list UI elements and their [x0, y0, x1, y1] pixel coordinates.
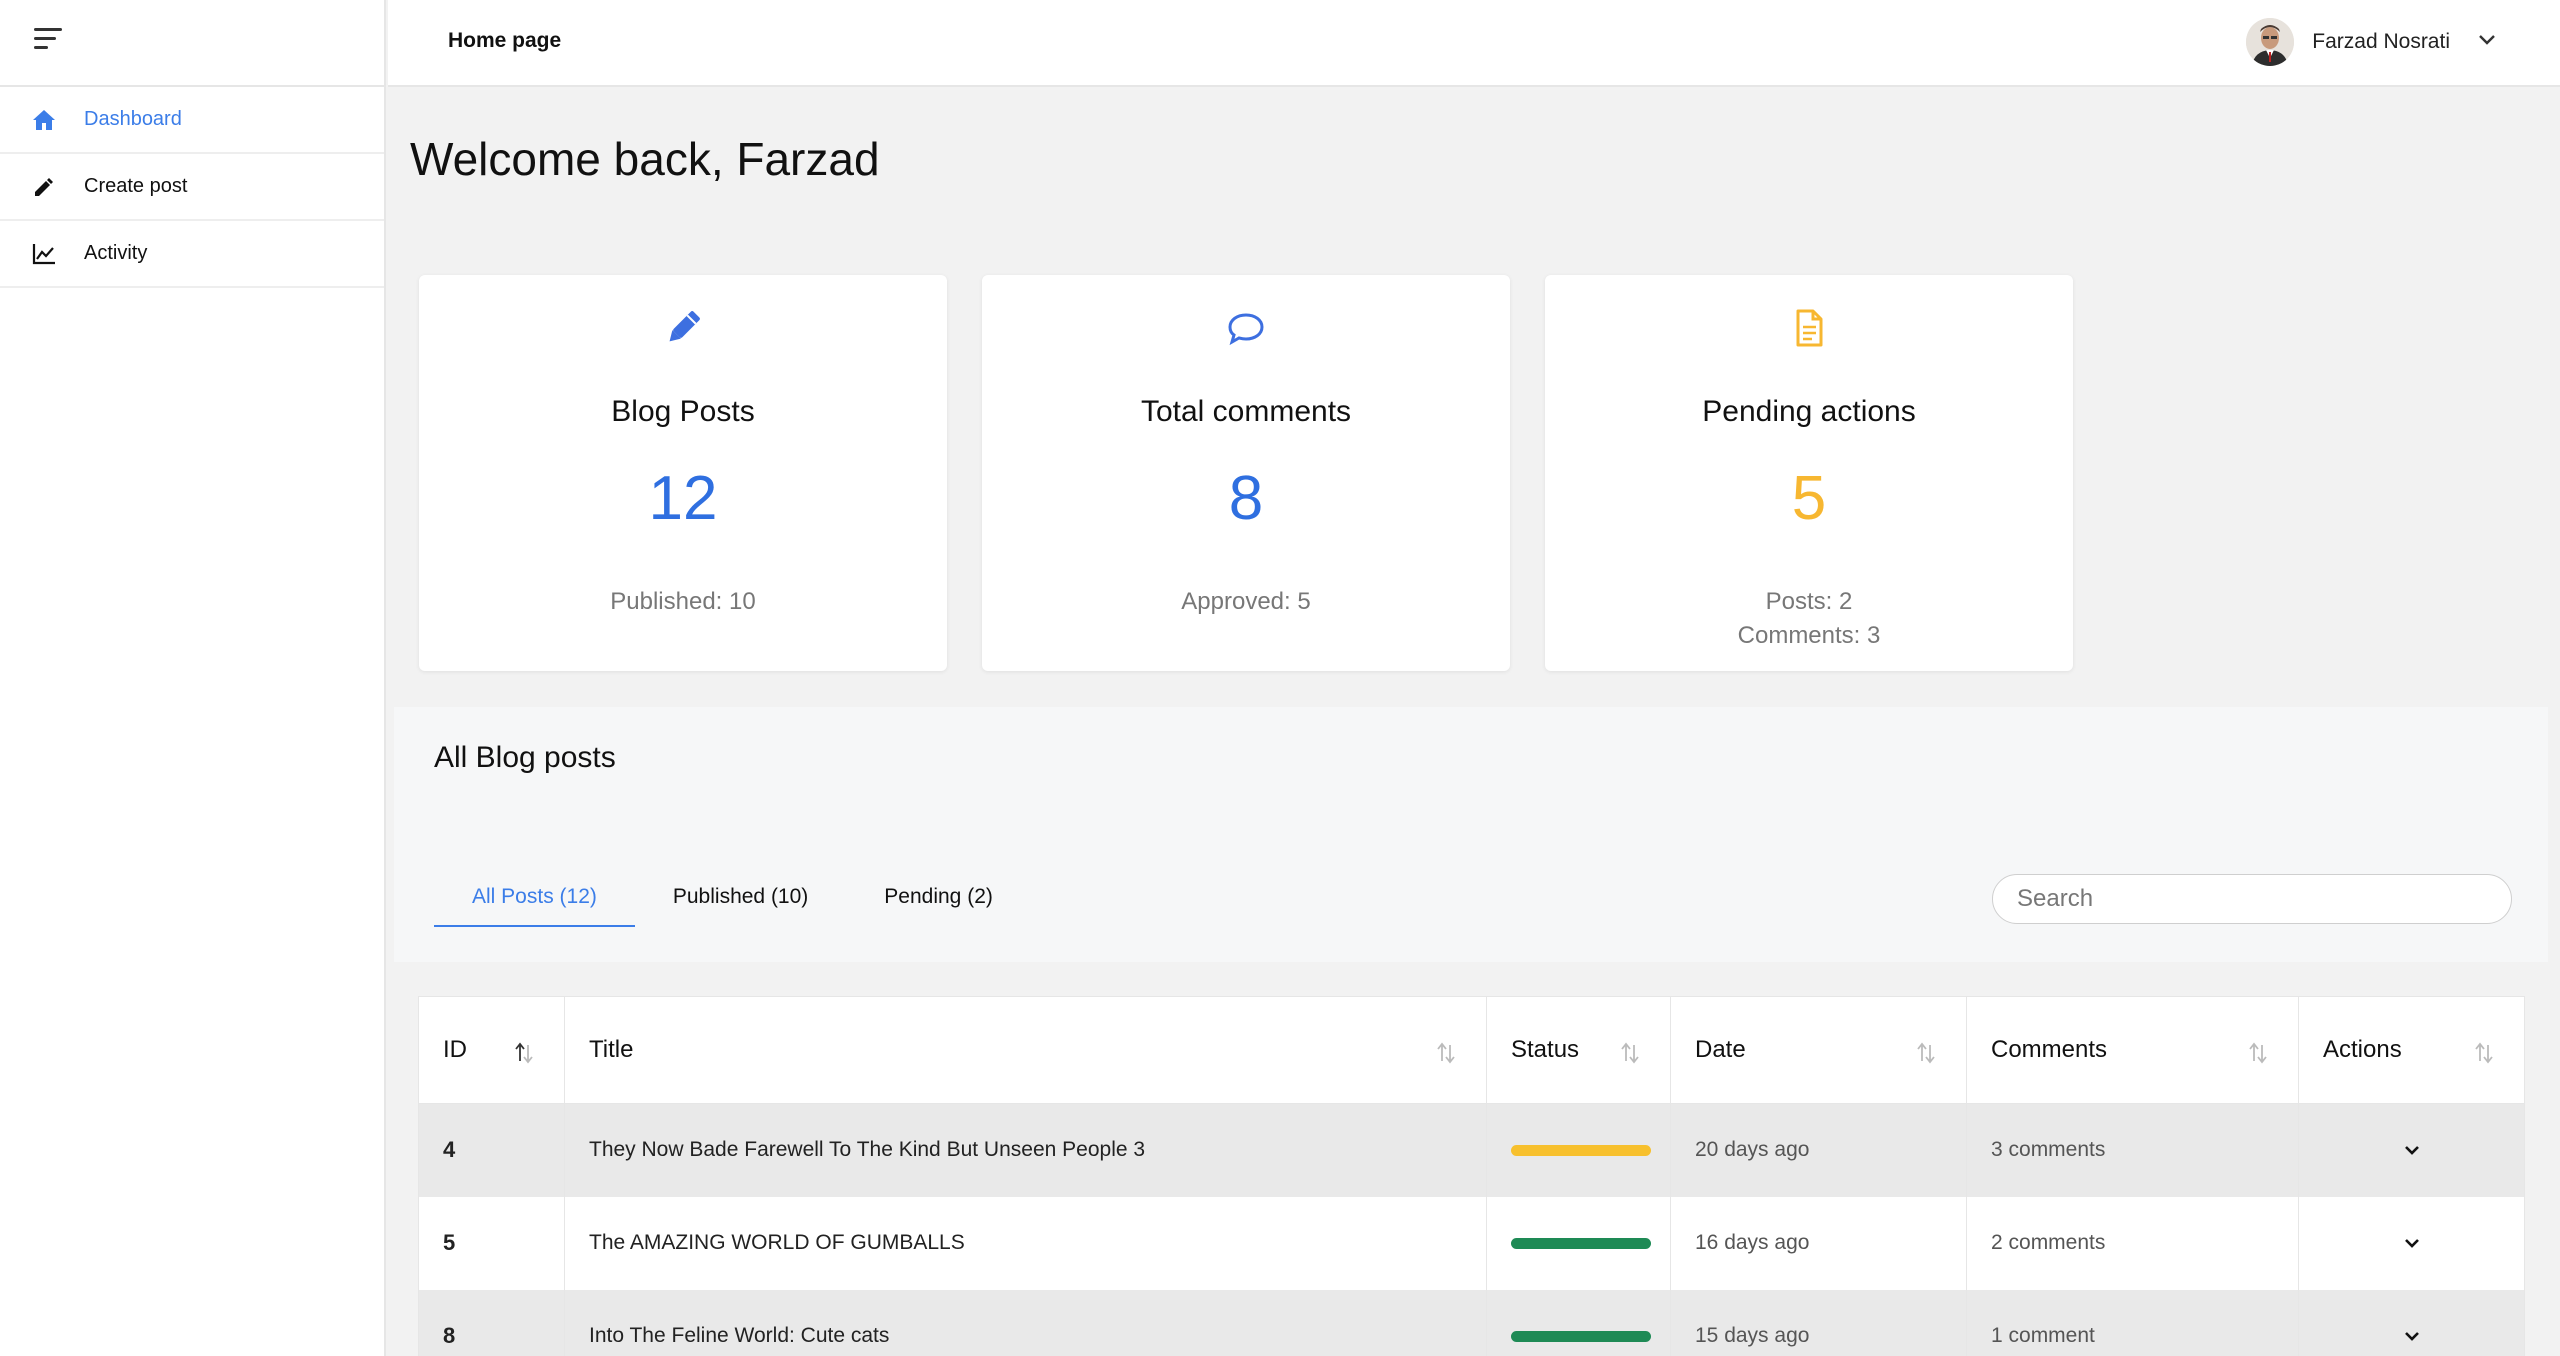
column-label: ID	[443, 1036, 467, 1063]
card-title: Pending actions	[1702, 395, 1916, 428]
card-title: Blog Posts	[611, 395, 755, 428]
chevron-down-icon	[2478, 33, 2496, 51]
cell-date: 20 days ago	[1670, 1103, 1967, 1197]
table-row[interactable]: 5 The AMAZING WORLD OF GUMBALLS 16 days …	[418, 1196, 2525, 1290]
sidebar-item-label: Dashboard	[84, 108, 182, 130]
cell-title: They Now Bade Farewell To The Kind But U…	[564, 1103, 1487, 1197]
tab-pending[interactable]: Pending (2)	[846, 873, 1031, 927]
stat-card-total-comments: Total comments 8 Approved: 5	[982, 275, 1510, 671]
status-bar-published	[1511, 1237, 1651, 1249]
card-value: 8	[1228, 464, 1264, 533]
posts-heading: All Blog posts	[434, 741, 616, 774]
sort-icon[interactable]	[1436, 1041, 1456, 1065]
column-header-id[interactable]: ID	[418, 996, 565, 1104]
cell-actions	[2298, 1196, 2525, 1290]
cell-status	[1486, 1289, 1671, 1356]
sort-icon[interactable]	[1620, 1041, 1640, 1065]
status-bar-published	[1511, 1330, 1651, 1342]
sidebar-item-label: Create post	[84, 175, 188, 197]
tab-all-posts[interactable]: All Posts (12)	[434, 873, 635, 927]
card-title: Total comments	[1140, 395, 1352, 428]
card-subtext-line: Approved: 5	[1181, 588, 1311, 615]
sort-icon[interactable]	[2248, 1041, 2268, 1065]
table-row[interactable]: 4 They Now Bade Farewell To The Kind But…	[418, 1103, 2525, 1197]
column-label: Date	[1695, 1036, 1746, 1063]
pencil-icon	[662, 307, 704, 349]
card-subtext-line: Published: 10	[610, 588, 756, 615]
chart-icon	[30, 240, 58, 268]
sidebar-item-label: Activity	[84, 242, 148, 264]
page-title: Home page	[448, 29, 562, 52]
cell-comments: 3 comments	[1966, 1103, 2299, 1197]
cell-id: 5	[418, 1196, 565, 1290]
welcome-heading: Welcome back, Farzad	[410, 133, 880, 185]
cell-date: 15 days ago	[1670, 1289, 1967, 1356]
posts-table: ID Title Status Date Comments Actions 4 …	[418, 996, 2525, 1356]
sidebar-item-create-post[interactable]: Create post	[0, 154, 384, 221]
sidebar: Dashboard Create post Activity	[0, 0, 386, 1356]
column-header-title[interactable]: Title	[564, 996, 1487, 1104]
card-value: 5	[1791, 464, 1827, 533]
cell-id: 4	[418, 1103, 565, 1197]
cell-actions	[2298, 1103, 2525, 1197]
cell-status	[1486, 1196, 1671, 1290]
card-subtext: Published: 10	[419, 585, 947, 619]
sort-icon[interactable]	[1916, 1041, 1936, 1065]
status-bar-pending	[1511, 1144, 1651, 1156]
user-name: Farzad Nosrati	[2312, 30, 2450, 53]
sidebar-header	[0, 0, 384, 87]
chevron-down-icon[interactable]	[2404, 1231, 2420, 1255]
column-label: Status	[1511, 1036, 1580, 1063]
chevron-down-icon[interactable]	[2404, 1138, 2420, 1162]
cell-title: The AMAZING WORLD OF GUMBALLS	[564, 1196, 1487, 1290]
stat-card-blog-posts: Blog Posts 12 Published: 10	[419, 275, 947, 671]
top-header: Home page Farzad Nosrati	[388, 0, 2560, 87]
column-header-comments[interactable]: Comments	[1966, 996, 2299, 1104]
card-value: 12	[648, 464, 718, 533]
cell-comments: 1 comment	[1966, 1289, 2299, 1356]
posts-panel: All Blog posts All Posts (12) Published …	[394, 707, 2548, 962]
cell-date: 16 days ago	[1670, 1196, 1967, 1290]
column-label: Actions	[2323, 1036, 2402, 1063]
column-label: Title	[589, 1036, 634, 1063]
pencil-icon	[30, 173, 58, 201]
cell-comments: 2 comments	[1966, 1196, 2299, 1290]
sort-icon[interactable]	[2474, 1041, 2494, 1065]
cell-actions	[2298, 1289, 2525, 1356]
column-label: Comments	[1991, 1036, 2108, 1063]
post-tabs: All Posts (12) Published (10) Pending (2…	[434, 873, 1031, 927]
posts-table-container: ID Title Status Date Comments Actions 4 …	[418, 996, 2525, 1356]
tab-published[interactable]: Published (10)	[635, 873, 846, 927]
avatar	[2246, 18, 2295, 66]
sidebar-item-activity[interactable]: Activity	[0, 221, 384, 288]
column-header-status[interactable]: Status	[1486, 996, 1671, 1104]
card-subtext-line: Comments: 3	[1737, 622, 1881, 649]
menu-toggle-button[interactable]	[34, 28, 66, 52]
user-menu[interactable]: Farzad Nosrati	[2246, 18, 2496, 66]
cell-status	[1486, 1103, 1671, 1197]
column-header-date[interactable]: Date	[1670, 996, 1967, 1104]
sidebar-item-dashboard[interactable]: Dashboard	[0, 87, 384, 154]
document-icon	[1788, 307, 1830, 349]
card-subtext-line: Posts: 2	[1765, 588, 1853, 615]
table-header-row: ID Title Status Date Comments Actions	[418, 996, 2525, 1104]
cell-title: Into The Feline World: Cute cats	[564, 1289, 1487, 1356]
home-icon	[30, 106, 58, 134]
chevron-down-icon[interactable]	[2404, 1324, 2420, 1348]
card-subtext: Approved: 5	[982, 585, 1510, 619]
cell-id: 8	[418, 1289, 565, 1356]
stat-card-pending-actions: Pending actions 5 Posts: 2 Comments: 3	[1545, 275, 2073, 671]
column-header-actions[interactable]: Actions	[2298, 996, 2525, 1104]
card-subtext: Posts: 2 Comments: 3	[1545, 585, 2073, 653]
chat-icon	[1225, 307, 1267, 349]
table-row[interactable]: 8 Into The Feline World: Cute cats 15 da…	[418, 1289, 2525, 1356]
search-input[interactable]	[1992, 874, 2512, 924]
sort-ascending-icon[interactable]	[514, 1041, 534, 1065]
